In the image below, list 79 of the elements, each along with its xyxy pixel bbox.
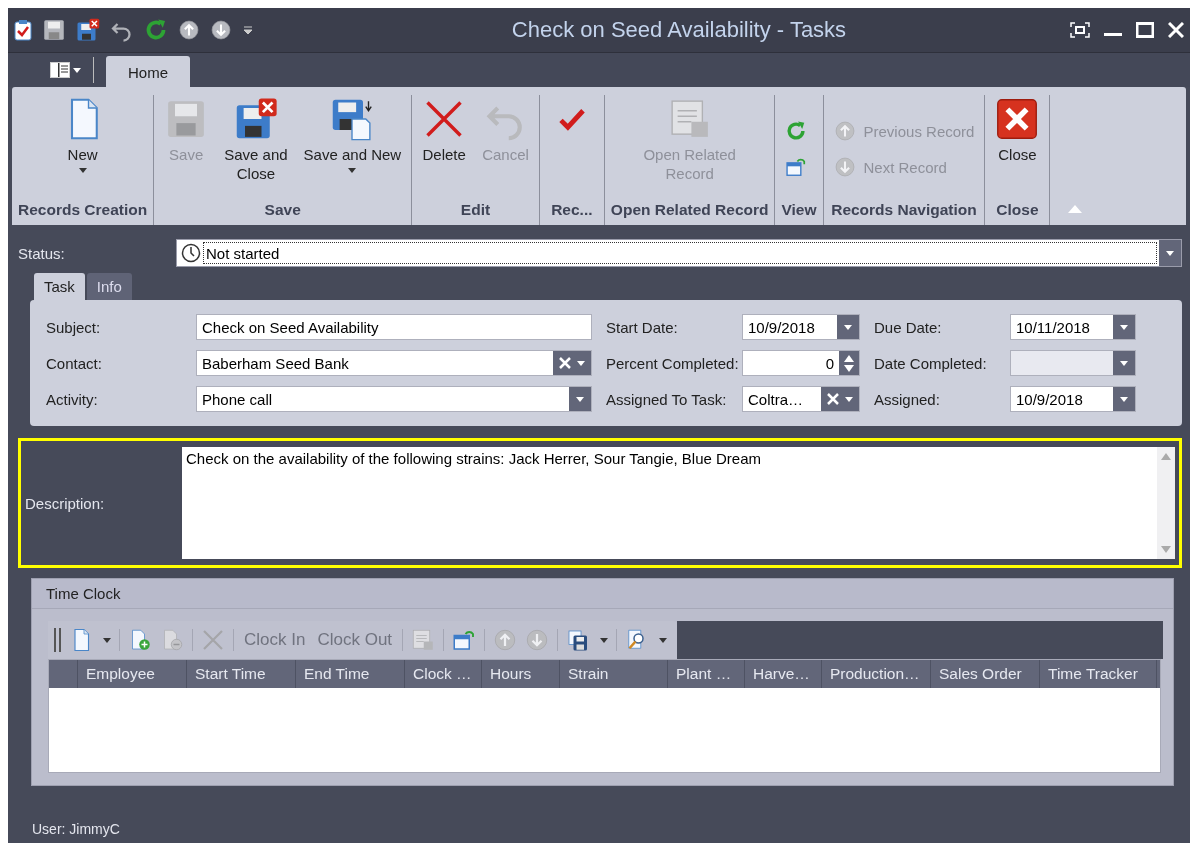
dropdown-button[interactable] <box>1113 387 1135 411</box>
date-field[interactable]: 10/11/2018 <box>1010 314 1136 340</box>
spin-field[interactable]: 0 <box>742 350 860 376</box>
close-icon[interactable] <box>1168 22 1184 38</box>
form-tab[interactable]: Info <box>86 273 132 300</box>
ribbon-tab[interactable]: Home <box>106 56 190 87</box>
clear-dropdown-button[interactable] <box>821 387 859 411</box>
window-title: Check on Seed Availability - Tasks <box>510 17 848 43</box>
column-header[interactable]: Harve… <box>745 660 822 688</box>
column-header[interactable]: Time Tracker <box>1040 660 1157 688</box>
save-export-tool-button[interactable] <box>566 628 609 652</box>
group-caption: Close <box>995 200 1040 220</box>
close-icon <box>995 97 1040 141</box>
field-label: Date Completed: <box>873 354 988 372</box>
lookup-field[interactable]: Baberham Seed Bank <box>196 350 592 376</box>
spin-button[interactable] <box>839 351 859 375</box>
status-bar-text: User: JimmyC <box>31 821 121 839</box>
field-label: Due Date: <box>873 318 943 336</box>
refresh-icon <box>785 120 808 142</box>
clear-dropdown-button[interactable] <box>553 351 591 375</box>
document-box-icon <box>411 628 436 652</box>
customize-menu-icon[interactable] <box>242 24 254 36</box>
column-header[interactable]: Start Time <box>187 660 296 688</box>
field-label: Activity: <box>46 390 99 408</box>
fullscreen-icon[interactable] <box>1070 22 1090 38</box>
field-label: Start Date: <box>605 318 679 336</box>
dropdown-button[interactable] <box>569 387 591 411</box>
new-button[interactable]: New <box>54 95 111 191</box>
scrollbar[interactable] <box>1157 447 1175 559</box>
date-field[interactable]: 10/9/2018 <box>742 314 860 340</box>
description-field[interactable]: Check on the availability of the following strains: Jack Herrer, Sour Tangie, Blue Dream <box>182 447 1175 559</box>
field-label: Assigned To Task: <box>605 390 728 408</box>
clear-icon <box>559 357 571 369</box>
toolbar-grip[interactable] <box>54 628 61 652</box>
column-header[interactable]: Clock … <box>405 660 482 688</box>
form-tab[interactable]: Task <box>34 273 85 300</box>
close-button[interactable]: Close <box>989 95 1046 191</box>
column-header[interactable]: Production… <box>822 660 931 688</box>
group-caption: Edit <box>459 200 492 220</box>
group-caption: Open Related Record <box>609 200 770 220</box>
window-tool-button[interactable] <box>452 628 477 652</box>
preview-tool-button[interactable] <box>625 628 668 652</box>
clear-icon <box>827 393 839 405</box>
text-field[interactable]: Check on Seed Availability <box>196 314 592 340</box>
clipboard-check-icon[interactable] <box>14 19 32 41</box>
window-icon <box>452 628 477 652</box>
field-label: Assigned: <box>873 390 941 408</box>
refresh-icon <box>144 18 168 42</box>
field-label: Status: <box>18 244 66 262</box>
combo-field[interactable]: Phone call <box>196 386 592 412</box>
status-dropdown[interactable]: Not started <box>176 239 1182 267</box>
column-header[interactable]: Plant … <box>668 660 745 688</box>
window-icon <box>785 156 808 178</box>
field-label: Percent Completed: <box>605 354 740 372</box>
date-field[interactable]: 10/9/2018 <box>1010 386 1136 412</box>
lookup-field[interactable]: Coltra… <box>742 386 860 412</box>
column-header[interactable]: Hours <box>482 660 560 688</box>
save-new-button[interactable]: Save and New <box>297 95 408 191</box>
column-header[interactable]: Employee <box>78 660 187 688</box>
group-caption: View <box>780 200 818 220</box>
group-caption: Rec... <box>550 200 594 220</box>
field-label: Subject: <box>46 318 102 336</box>
column-header[interactable]: End Time <box>296 660 405 688</box>
delete-icon <box>201 628 225 652</box>
save-close-icon <box>76 18 100 42</box>
field-label: Description: <box>24 494 106 512</box>
dropdown-button[interactable] <box>837 315 859 339</box>
delete-button[interactable]: Delete <box>416 95 473 191</box>
maximize-icon[interactable] <box>1136 22 1154 38</box>
group-caption: Records Navigation <box>830 200 978 220</box>
layout-icon <box>50 62 70 78</box>
field-label: Contact: <box>46 354 103 372</box>
column-header[interactable]: Strain <box>560 660 668 688</box>
clock-icon <box>181 243 201 263</box>
column-header[interactable]: Sales Order <box>931 660 1040 688</box>
group-caption: Save <box>263 200 302 220</box>
save-close-button[interactable]: Save and Close <box>218 95 294 191</box>
dropdown-button[interactable] <box>1113 315 1135 339</box>
group-caption: Records Creation <box>17 200 149 220</box>
